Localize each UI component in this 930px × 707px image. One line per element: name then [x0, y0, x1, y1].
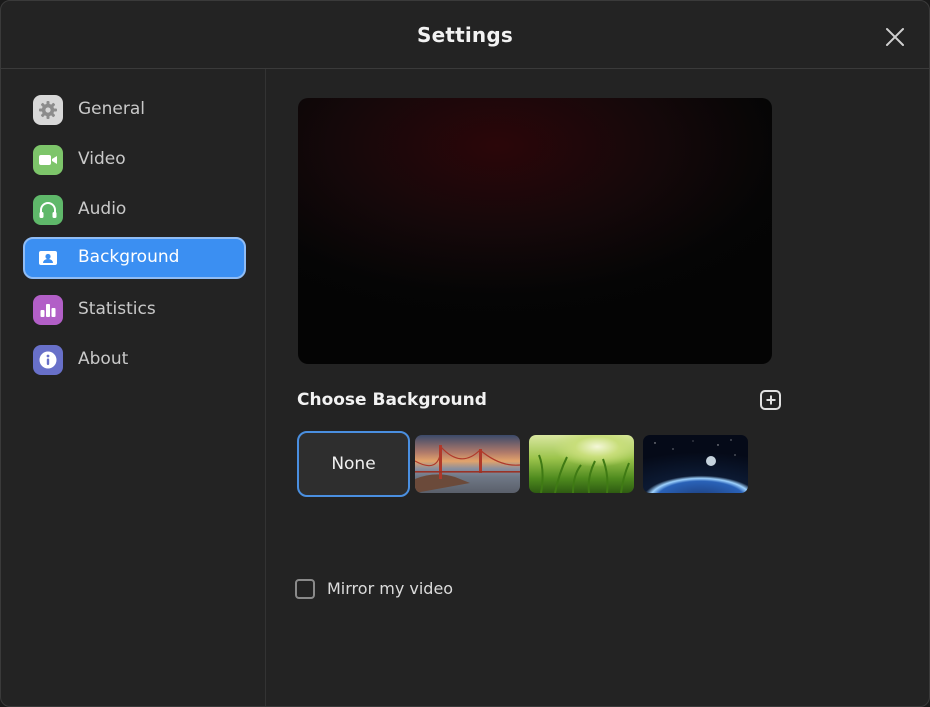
bridge-image	[415, 445, 520, 493]
close-icon	[886, 28, 904, 46]
background-option-golden-gate-bridge[interactable]	[415, 435, 520, 493]
settings-window: Settings General Video Audio Background …	[0, 0, 930, 707]
gear-icon	[33, 95, 63, 125]
video-camera-icon	[33, 145, 63, 175]
sidebar-item-label: Video	[78, 149, 126, 169]
sidebar-item-label: Background	[78, 247, 180, 267]
headphones-icon	[33, 195, 63, 225]
title-bar: Settings	[1, 1, 929, 69]
sidebar-item-label: General	[78, 99, 145, 119]
close-button[interactable]	[883, 25, 907, 49]
sidebar-item-label: Statistics	[78, 299, 156, 319]
sidebar-item-statistics[interactable]: Statistics	[23, 289, 246, 331]
background-option-label: None	[331, 454, 376, 474]
sidebar-item-background[interactable]: Background	[23, 237, 246, 279]
mirror-video-label: Mirror my video	[327, 579, 454, 598]
earth-image	[654, 439, 736, 466]
sidebar-item-about[interactable]: About	[23, 339, 246, 381]
window-title: Settings	[416, 23, 513, 47]
person-card-icon	[33, 243, 63, 273]
sidebar-item-general[interactable]: General	[23, 89, 246, 131]
add-background-button[interactable]	[760, 390, 781, 410]
background-option-grass[interactable]	[529, 435, 634, 493]
choose-background-heading: Choose Background	[297, 390, 487, 410]
sidebar-item-video[interactable]: Video	[23, 139, 246, 181]
mirror-video-checkbox[interactable]	[295, 579, 315, 599]
info-icon	[33, 345, 63, 375]
background-option-earth-from-space[interactable]	[643, 435, 748, 493]
grass-image	[538, 454, 630, 493]
background-option-none[interactable]: None	[297, 431, 410, 497]
video-preview	[298, 98, 772, 364]
sidebar-item-audio[interactable]: Audio	[23, 189, 246, 231]
sidebar-item-label: About	[78, 349, 129, 369]
bar-chart-icon	[33, 295, 63, 325]
sidebar-item-label: Audio	[78, 199, 127, 219]
sidebar: General Video Audio Background Statistic…	[1, 69, 266, 706]
